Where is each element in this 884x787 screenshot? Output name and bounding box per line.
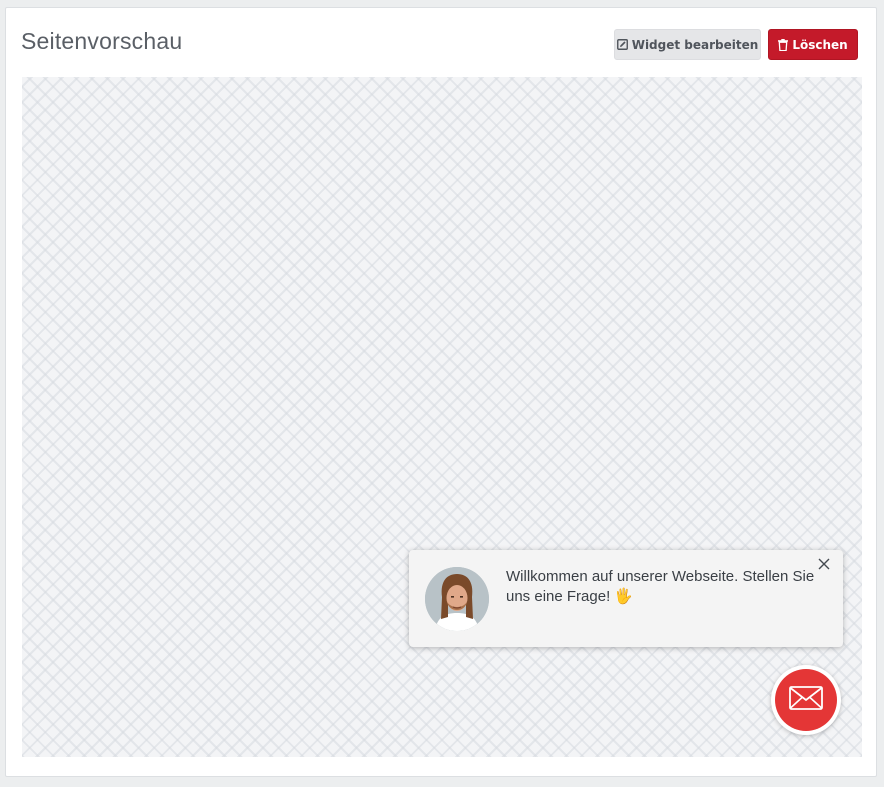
trash-icon [778, 38, 789, 51]
page-preview-area: Willkommen auf unserer Webseite. Stellen… [22, 77, 862, 757]
chat-launcher-button[interactable] [771, 665, 841, 735]
welcome-popup[interactable]: Willkommen auf unserer Webseite. Stellen… [409, 550, 843, 647]
chat-launcher-circle [775, 669, 837, 731]
welcome-message: Willkommen auf unserer Webseite. Stellen… [506, 568, 815, 605]
delete-label: Löschen [792, 37, 848, 52]
envelope-icon [789, 685, 823, 715]
close-icon[interactable] [817, 557, 831, 571]
delete-button[interactable]: Löschen [768, 29, 858, 60]
edit-widget-button[interactable]: Widget bearbeiten [614, 29, 761, 60]
preview-card: Seitenvorschau Widget bearbeiten Löschen [5, 7, 877, 777]
edit-icon [616, 39, 628, 50]
agent-avatar [425, 567, 489, 631]
edit-widget-label: Widget bearbeiten [631, 37, 759, 52]
page-title: Seitenvorschau [21, 28, 183, 54]
